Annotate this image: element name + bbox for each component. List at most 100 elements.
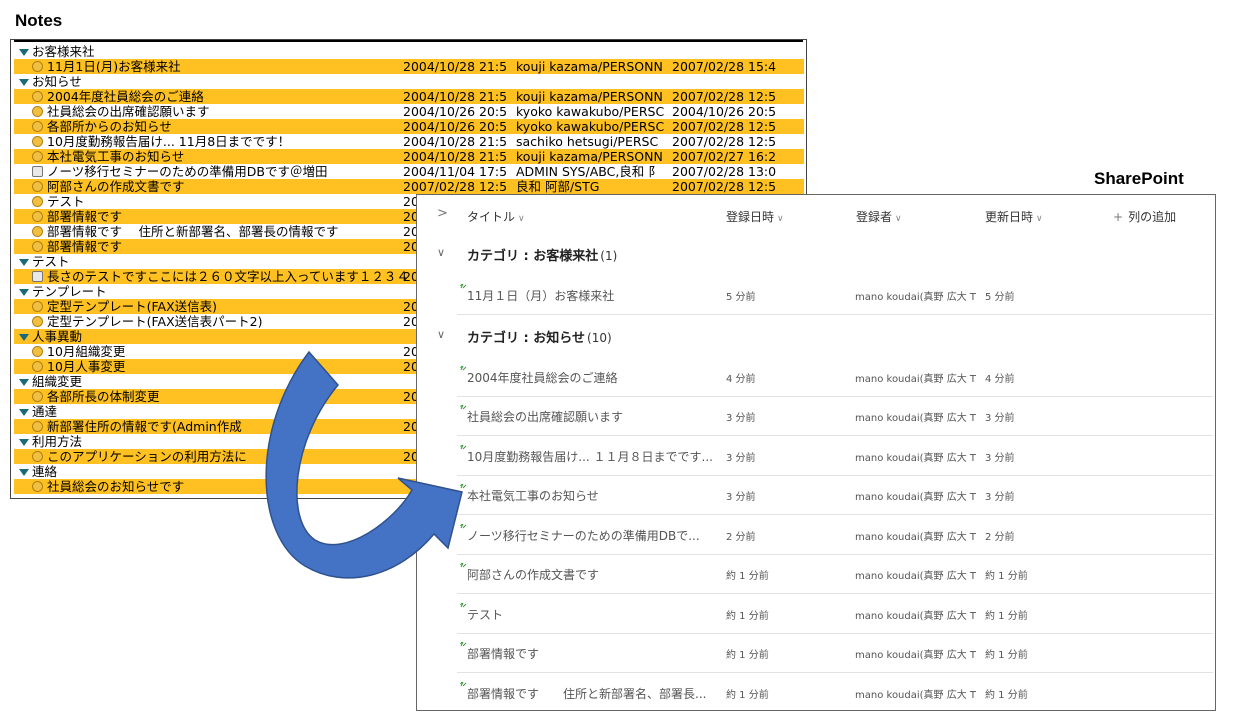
item-title-link[interactable]: 部署情報です 住所と新部署名、部署長... [467, 685, 717, 702]
list-item-row[interactable]: テスト約 1 分前 mano koudai(真野 広大 TI 約 1 分前 [457, 594, 1213, 634]
item-author[interactable]: mano koudai(真野 広大 TI [855, 686, 977, 701]
item-title-link[interactable]: 社員総会の出席確認願います [467, 408, 717, 425]
notes-document-row[interactable]: ノーツ移行セミナーのための準備用DBです＠増田 2004/11/04 17:5 AD… [14, 164, 804, 179]
new-item-icon [460, 681, 467, 686]
smiley-doc-icon [32, 211, 43, 222]
item-modified: 3 分前 [985, 452, 1015, 464]
discussion-doc-icon [32, 271, 43, 282]
chevron-down-icon: ∨ [518, 214, 525, 224]
item-title-link[interactable]: 阿部さんの作成文書です [467, 566, 717, 583]
notes-document-row[interactable]: 10月度勤務報告届け... 11月8日までです！ 2004/10/28 21:5 s… [14, 134, 804, 149]
item-title-link[interactable]: テスト [467, 606, 717, 623]
smiley-doc-icon [32, 391, 43, 402]
group-prefix: カテゴリ : [467, 330, 534, 346]
list-item-row[interactable]: 2004年度社員総会のご連絡 4 分前 mano koudai(真野 広大 TI 4 … [457, 357, 1213, 397]
document-title: 阿部さんの作成文書です [47, 179, 185, 194]
notes-document-row[interactable]: 阿部さんの作成文書です 2007/02/28 12:5 良和 阿部/STG 2007/… [14, 179, 804, 194]
list-item-row[interactable]: 部署情報です 住所と新部署名、部署長... 約 1 分前 mano koudai(真… [457, 673, 1213, 711]
item-title-link[interactable]: 部署情報です [467, 645, 717, 662]
notes-document-row[interactable]: 各部所からのお知らせ 2004/10/26 20:5 kyoko kawakubo/… [14, 119, 804, 134]
triangle-down-icon[interactable] [19, 333, 29, 341]
group-header[interactable]: ∨ カテゴリ : お客様来社 (1) [417, 235, 1215, 273]
list-item-row[interactable]: ノーツ移行セミナーのための準備用DBで... 2 分前 mano koudai(真野… [457, 515, 1213, 555]
smiley-doc-icon [32, 481, 43, 492]
column-header-created[interactable]: 登録日時 ∨ [726, 208, 784, 225]
triangle-down-icon[interactable] [19, 438, 29, 446]
chevron-down-icon[interactable]: ∨ [437, 328, 445, 341]
triangle-down-icon[interactable] [19, 378, 29, 386]
group-prefix: カテゴリ : [467, 249, 534, 264]
notes-document-row[interactable]: 2004年度社員総会のご連絡 2004/10/28 21:5 kouji kazam… [14, 89, 804, 104]
triangle-down-icon[interactable] [19, 468, 29, 476]
document-updated: 2004/10/26 20:5 [672, 104, 777, 119]
item-author[interactable]: mano koudai(真野 広大 TI [855, 607, 977, 622]
triangle-down-icon[interactable] [19, 78, 29, 86]
new-item-icon [460, 523, 467, 528]
group-header[interactable]: ∨ カテゴリ : お知らせ (10) [417, 317, 1215, 355]
group-count: (10) [587, 330, 612, 345]
category-label: お知らせ [32, 74, 82, 89]
document-updated: 2007/02/28 15:4 [672, 59, 777, 74]
notes-document-row[interactable]: 本社電気工事のお知らせ 2004/10/28 21:5 kouji kazama/P… [14, 149, 804, 164]
list-item-row[interactable]: 10月度勤務報告届け... １１月８日までです... 3 分前 mano kouda… [457, 436, 1213, 476]
add-column-button[interactable]: + 列の追加 [1113, 208, 1176, 225]
item-author[interactable]: mano koudai(真野 広大 TI [855, 370, 977, 385]
item-created: 4 分前 [726, 373, 756, 385]
smiley-doc-icon [32, 91, 43, 102]
item-title-link[interactable]: 10月度勤務報告届け... １１月８日までです... [467, 448, 717, 465]
list-item-row[interactable]: 部署情報です約 1 分前 mano koudai(真野 広大 TI 約 1 分前 [457, 633, 1213, 673]
column-header-modified[interactable]: 更新日時 ∨ [985, 208, 1043, 225]
group-label: カテゴリ : お知らせ (10) [467, 327, 612, 346]
item-created: 3 分前 [726, 413, 756, 424]
item-title-link[interactable]: ノーツ移行セミナーのための準備用DBで... [467, 527, 717, 544]
document-date: 2004/10/26 20:5 [403, 119, 508, 134]
notes-category-row[interactable]: お知らせ [14, 74, 804, 89]
item-modified: 約 1 分前 [985, 571, 1028, 582]
new-item-icon [460, 602, 467, 607]
triangle-down-icon[interactable] [19, 48, 29, 56]
document-date: 2004/10/28 21:5 [403, 134, 508, 149]
list-item-row[interactable]: 本社電気工事のお知らせ 3 分前 mano koudai(真野 広大 TI 3 分前 [457, 475, 1213, 515]
notes-document-row[interactable]: 11月1日(月)お客様来社 2004/10/28 21:5 kouji kazama… [14, 59, 804, 74]
document-author: kouji kazama/PERSONN [516, 149, 663, 164]
item-author[interactable]: mano koudai(真野 広大 TI [855, 288, 977, 303]
item-author[interactable]: mano koudai(真野 広大 TI [855, 567, 977, 582]
item-author[interactable]: mano koudai(真野 広大 TI [855, 449, 977, 464]
item-modified: 5 分前 [985, 292, 1015, 303]
item-author[interactable]: mano koudai(真野 広大 TI [855, 646, 977, 661]
smiley-doc-icon [32, 181, 43, 192]
chevron-down-icon[interactable]: ∨ [437, 246, 445, 259]
item-created: 約 1 分前 [726, 650, 769, 661]
column-header-author[interactable]: 登録者 ∨ [856, 208, 902, 225]
item-author[interactable]: mano koudai(真野 広大 TI [855, 409, 977, 424]
column-header-title[interactable]: タイトル ∨ [467, 208, 525, 225]
add-column-label: 列の追加 [1128, 210, 1177, 224]
category-label: 人事異動 [32, 329, 83, 344]
document-updated: 2007/02/28 12:5 [672, 134, 777, 149]
list-item-row[interactable]: 社員総会の出席確認願います 3 分前 mano koudai(真野 広大 TI 3 分… [457, 396, 1213, 436]
notes-category-row[interactable]: お客様来社 [14, 44, 804, 59]
item-modified: 4 分前 [985, 373, 1015, 385]
document-title: 10月度勤務報告届け... 11月8日までです！ [47, 134, 291, 149]
item-title-link[interactable]: 2004年度社員総会のご連絡 [467, 369, 717, 386]
document-title: 各部所からのお知らせ [47, 119, 172, 134]
item-modified: 3 分前 [985, 413, 1015, 424]
new-item-icon [460, 483, 467, 489]
expand-all-icon[interactable]: > [437, 206, 448, 221]
list-item-row[interactable]: 阿部さんの作成文書です約 1 分前 mano koudai(真野 広大 TI 約 1… [457, 554, 1213, 594]
notes-document-row[interactable]: 社員総会の出席確認願います 2004/10/26 20:5 kyoko kawaku… [14, 104, 804, 119]
item-title-link[interactable]: 11月１日（月）お客様来社 [467, 287, 717, 304]
smiley-doc-icon [32, 421, 43, 432]
list-item-row[interactable]: 11月１日（月）お客様来社 5 分前 mano koudai(真野 広大 TI 5 分… [457, 275, 1213, 315]
smiley-doc-icon [32, 196, 43, 207]
category-label: 連絡 [32, 464, 58, 479]
smiley-doc-icon [32, 121, 43, 132]
item-author[interactable]: mano koudai(真野 広大 TI [855, 528, 977, 543]
triangle-down-icon[interactable] [19, 258, 29, 266]
item-title-link[interactable]: 本社電気工事のお知らせ [467, 487, 717, 504]
document-date: 2004/11/04 17:5 [403, 164, 508, 179]
triangle-down-icon[interactable] [19, 408, 29, 416]
item-author[interactable]: mano koudai(真野 広大 TI [855, 488, 977, 503]
triangle-down-icon[interactable] [19, 288, 29, 296]
category-label: 組織変更 [32, 374, 83, 389]
